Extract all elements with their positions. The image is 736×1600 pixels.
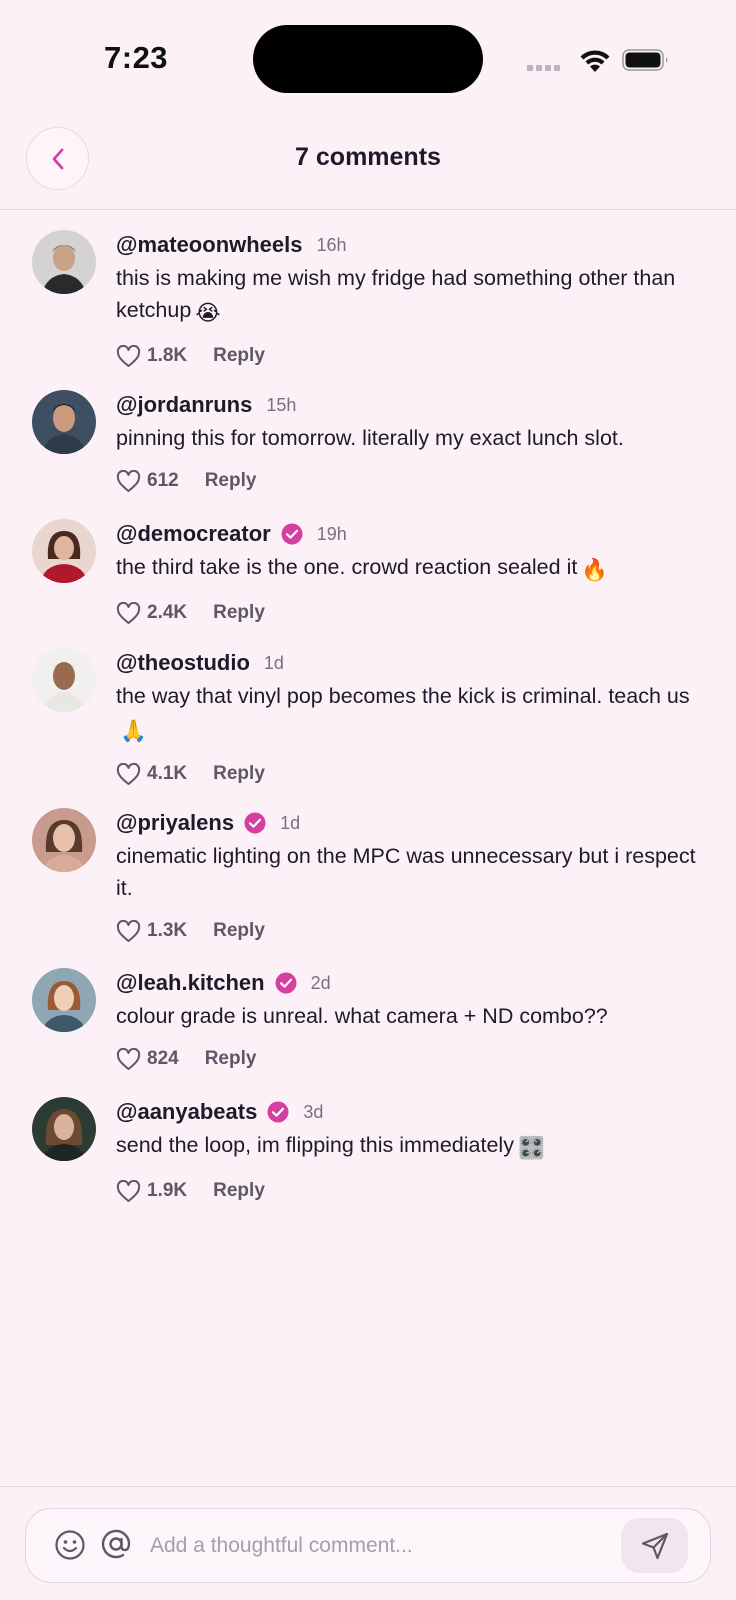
send-button[interactable] <box>621 1518 688 1573</box>
like-count: 1.9K <box>147 1180 188 1201</box>
comment-text-content: cinematic lighting on the MPC was unnece… <box>116 844 696 900</box>
comment-username[interactable]: @theostudio <box>116 650 250 676</box>
like-count: 4.1K <box>147 763 188 784</box>
reply-button[interactable]: Reply <box>205 1048 257 1070</box>
heart-icon[interactable] <box>116 344 141 368</box>
comment-time: 1d <box>263 652 284 673</box>
comment-username[interactable]: @mateoonwheels <box>116 232 303 258</box>
comment-time: 15h <box>266 394 297 415</box>
comments-screen: 7:23 7 comments @mateoonwheels 16h this … <box>0 0 736 1600</box>
comment-time: 16h <box>316 234 347 255</box>
smiley-icon[interactable] <box>54 1529 86 1561</box>
like-count: 1.8K <box>147 345 188 366</box>
comment-text-content: the third take is the one. crowd reactio… <box>116 555 578 579</box>
comment-time: 2d <box>310 972 331 993</box>
reply-button[interactable]: Reply <box>213 1180 265 1202</box>
comment-text-content: the way that vinyl pop becomes the kick … <box>116 684 690 708</box>
like-count: 1.3K <box>147 920 188 941</box>
avatar[interactable] <box>32 230 96 294</box>
like-count: 2.4K <box>147 602 188 623</box>
like-count: 824 <box>147 1048 179 1069</box>
comment-text-content: pinning this for tomorrow. literally my … <box>116 426 624 450</box>
wifi-icon <box>580 50 610 72</box>
avatar[interactable] <box>32 519 96 583</box>
comment-text-content: colour grade is unreal. what camera + ND… <box>116 1004 608 1028</box>
comment-username[interactable]: @aanyabeats <box>116 1099 257 1125</box>
comment-text: the way that vinyl pop becomes the kick … <box>116 680 696 747</box>
comment-text: send the loop, im flipping this immediat… <box>116 1129 696 1164</box>
comment-text: the third take is the one. crowd reactio… <box>116 551 696 586</box>
battery-icon <box>622 49 668 71</box>
status-time: 7:23 <box>104 40 169 75</box>
dynamic-island <box>253 25 483 93</box>
comment-time: 19h <box>316 523 347 544</box>
comment-composer-bar <box>0 1486 736 1600</box>
control-knobs-emoji: 🎛️ <box>517 1136 545 1160</box>
comment-username[interactable]: @jordanruns <box>116 392 252 418</box>
verified-badge-icon <box>275 972 297 994</box>
avatar[interactable] <box>32 648 96 712</box>
reply-button[interactable]: Reply <box>213 602 265 624</box>
like-count: 612 <box>147 470 179 491</box>
page-title: 7 comments <box>295 143 441 171</box>
heart-icon[interactable] <box>116 762 141 786</box>
verified-badge-icon <box>267 1101 289 1123</box>
comment-time: 1d <box>280 812 301 833</box>
status-bar: 7:23 <box>0 0 736 110</box>
verified-badge-icon <box>281 523 303 545</box>
comment-text: pinning this for tomorrow. literally my … <box>116 422 696 454</box>
cellular-signal-icon <box>527 65 560 71</box>
header: 7 comments <box>0 120 736 210</box>
crying-emoji: 😭 <box>195 301 221 325</box>
reply-button[interactable]: Reply <box>213 763 265 785</box>
comment-username[interactable]: @leah.kitchen <box>116 970 265 996</box>
avatar[interactable] <box>32 968 96 1032</box>
comment-time: 3d <box>303 1101 324 1122</box>
heart-icon[interactable] <box>116 1179 141 1203</box>
comment-username[interactable]: @priyalens <box>116 810 234 836</box>
avatar[interactable] <box>32 1097 96 1161</box>
heart-icon[interactable] <box>116 919 141 943</box>
comment-text-content: send the loop, im flipping this immediat… <box>116 1133 514 1157</box>
reply-button[interactable]: Reply <box>213 345 265 367</box>
heart-icon[interactable] <box>116 601 141 625</box>
at-icon[interactable] <box>98 1526 134 1562</box>
heart-icon[interactable] <box>116 469 141 493</box>
fire-emoji: 🔥 <box>581 558 609 582</box>
heart-icon[interactable] <box>116 1047 141 1071</box>
reply-button[interactable]: Reply <box>205 470 257 492</box>
comment-composer <box>25 1508 711 1583</box>
avatar[interactable] <box>32 808 96 872</box>
reply-button[interactable]: Reply <box>213 920 265 942</box>
verified-badge-icon <box>244 812 266 834</box>
comment-input[interactable] <box>150 1527 590 1565</box>
folded-hands-emoji: 🙏 <box>120 719 147 743</box>
comment-text: this is making me wish my fridge had som… <box>116 262 696 329</box>
comment-text: cinematic lighting on the MPC was unnece… <box>116 840 696 904</box>
send-icon <box>641 1532 668 1559</box>
comment-username[interactable]: @democreator <box>116 521 271 547</box>
comment-text: colour grade is unreal. what camera + ND… <box>116 1000 696 1032</box>
avatar[interactable] <box>32 390 96 454</box>
